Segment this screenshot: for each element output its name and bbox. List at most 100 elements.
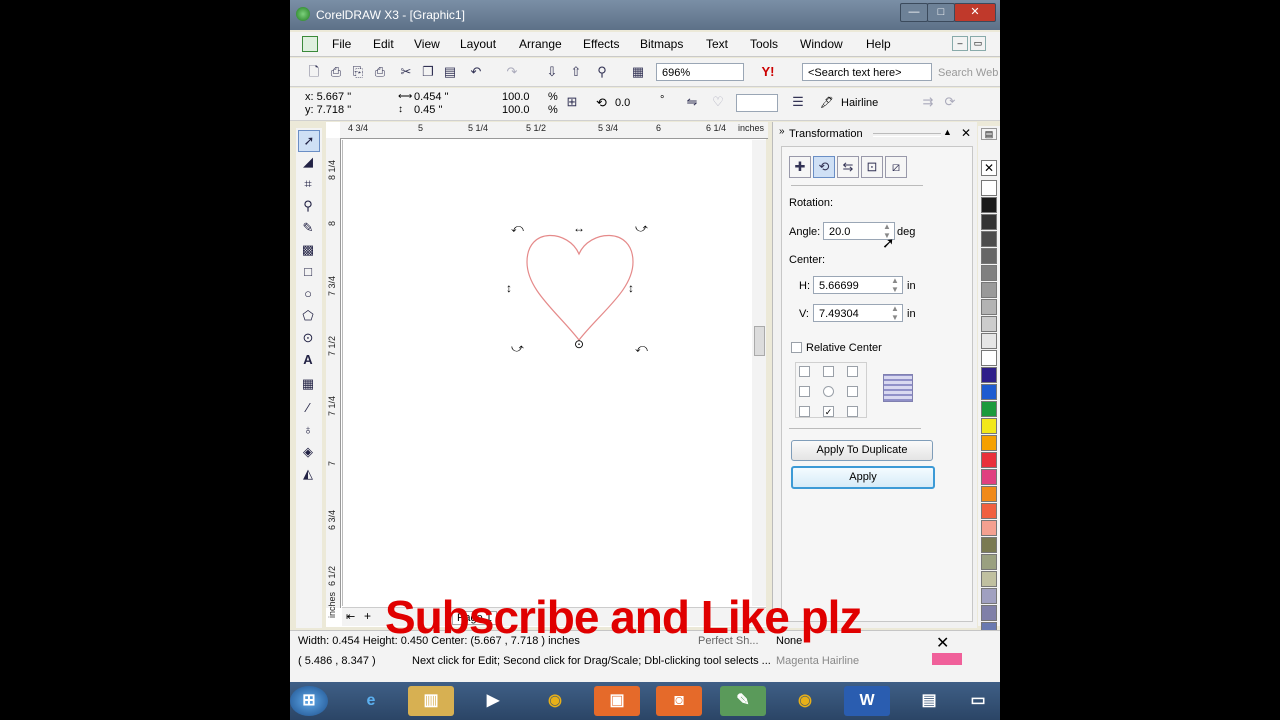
- anchor-top-left[interactable]: [799, 366, 810, 377]
- line-style-dropdown[interactable]: [736, 94, 778, 112]
- color-swatch[interactable]: [981, 486, 997, 502]
- rotate-handle-icon[interactable]: ⤻: [635, 222, 648, 234]
- menu-effects[interactable]: Effects: [583, 37, 619, 51]
- menu-window[interactable]: Window: [800, 37, 843, 51]
- color-swatch[interactable]: [981, 282, 997, 298]
- menu-edit[interactable]: Edit: [373, 37, 394, 51]
- h-spinner-icon[interactable]: ▲ ▼: [889, 276, 901, 294]
- import-icon[interactable]: ⇩: [544, 64, 560, 80]
- paste-icon[interactable]: ▤: [442, 64, 458, 80]
- menu-arrange[interactable]: Arrange: [519, 37, 562, 51]
- pick-tool-icon[interactable]: ➚: [298, 130, 320, 152]
- polygon-tool-icon[interactable]: ⬠: [298, 306, 318, 326]
- ellipse-tool-icon[interactable]: ○: [298, 284, 318, 304]
- color-swatch[interactable]: [981, 180, 997, 196]
- heart-shape[interactable]: [343, 140, 753, 606]
- color-swatch[interactable]: [981, 452, 997, 468]
- color-swatch[interactable]: [981, 418, 997, 434]
- anchor-bottom-center[interactable]: ✓: [823, 406, 834, 417]
- file-explorer-icon[interactable]: ▥: [408, 686, 454, 716]
- coreldraw-taskbar-icon[interactable]: ✎: [720, 686, 766, 716]
- width-field[interactable]: 0.454 ": [414, 91, 449, 103]
- color-swatch[interactable]: [981, 435, 997, 451]
- text-tool-icon[interactable]: A: [298, 350, 318, 370]
- color-swatch[interactable]: [981, 503, 997, 519]
- outline-tool-icon[interactable]: ♁: [298, 420, 318, 440]
- color-swatch[interactable]: [981, 588, 997, 604]
- eyedropper-tool-icon[interactable]: ⁄: [298, 398, 318, 418]
- document-taskbar-icon[interactable]: ▤: [906, 686, 952, 716]
- anchor-center[interactable]: [823, 386, 834, 397]
- open-icon[interactable]: ⎙: [328, 64, 344, 80]
- relative-center-checkbox[interactable]: [791, 342, 802, 353]
- lock-ratio-icon[interactable]: ⊞: [564, 94, 580, 110]
- no-color-swatch-icon[interactable]: ✕: [981, 160, 997, 176]
- cut-icon[interactable]: ✂: [398, 64, 414, 80]
- media-player-icon[interactable]: ▶: [470, 686, 516, 716]
- anchor-middle-right[interactable]: [847, 386, 858, 397]
- y-position-field[interactable]: y: 7.718 ": [300, 104, 388, 117]
- notification-area-icon[interactable]: ▭: [960, 686, 996, 716]
- scale-x-field[interactable]: 100.0: [502, 91, 530, 103]
- color-swatch[interactable]: [981, 350, 997, 366]
- anchor-middle-left[interactable]: [799, 386, 810, 397]
- anchor-top-center[interactable]: [823, 366, 834, 377]
- menu-view[interactable]: View: [414, 37, 440, 51]
- apply-to-duplicate-button[interactable]: Apply To Duplicate: [791, 440, 933, 461]
- export-icon[interactable]: ⇧: [568, 64, 584, 80]
- menu-layout[interactable]: Layout: [460, 37, 496, 51]
- color-swatch[interactable]: [981, 520, 997, 536]
- curve-icon[interactable]: ⟳: [942, 94, 958, 110]
- color-swatch[interactable]: [981, 299, 997, 315]
- skew-handle-icon[interactable]: ↔: [573, 222, 585, 234]
- rotate-tab-icon[interactable]: ⟲: [813, 156, 835, 178]
- redo-icon[interactable]: ↷: [504, 64, 520, 80]
- doc-restore-icon[interactable]: ▭: [970, 36, 986, 51]
- heart-shape-icon[interactable]: ♡: [710, 94, 726, 110]
- launcher-icon[interactable]: ⚲: [594, 64, 610, 80]
- new-icon[interactable]: 🗋: [306, 64, 322, 80]
- collapse-icon[interactable]: ▲: [943, 127, 952, 137]
- shape-tool-icon[interactable]: ◢: [298, 152, 318, 172]
- welcome-icon[interactable]: ▦: [630, 64, 646, 80]
- minimize-button[interactable]: —: [900, 3, 928, 22]
- menu-help[interactable]: Help: [866, 37, 891, 51]
- undo-icon[interactable]: ↶: [468, 64, 484, 80]
- close-button[interactable]: ✕: [954, 3, 996, 22]
- camera-app-icon[interactable]: ▣: [594, 686, 640, 716]
- color-swatch[interactable]: [981, 231, 997, 247]
- yahoo-icon[interactable]: Y!: [760, 64, 776, 80]
- color-swatch[interactable]: [981, 367, 997, 383]
- menu-text[interactable]: Text: [706, 37, 728, 51]
- screenshot-app-icon[interactable]: ◙: [656, 686, 702, 716]
- outline-width-dropdown[interactable]: Hairline: [836, 94, 910, 112]
- rotate-handle-icon[interactable]: ⤻: [511, 342, 524, 354]
- print-icon[interactable]: ⎙: [372, 64, 388, 80]
- skew-handle-icon[interactable]: ↕: [625, 282, 637, 294]
- skew-handle-icon[interactable]: ↕: [503, 282, 515, 294]
- color-swatch[interactable]: [981, 605, 997, 621]
- zoom-tool-icon[interactable]: ⚲: [298, 196, 318, 216]
- color-swatch[interactable]: [981, 248, 997, 264]
- v-spinner-icon[interactable]: ▲ ▼: [889, 304, 901, 322]
- zoom-dropdown[interactable]: 696%: [656, 63, 744, 81]
- color-swatch[interactable]: [981, 333, 997, 349]
- rotation-center-icon[interactable]: ⊙: [573, 338, 585, 350]
- add-page-icon[interactable]: +: [364, 609, 371, 623]
- rotate-handle-icon[interactable]: ⤺: [635, 342, 648, 354]
- chrome-taskbar-icon[interactable]: ◉: [782, 686, 828, 716]
- color-swatch[interactable]: [981, 384, 997, 400]
- interactive-fill-icon[interactable]: ◭: [298, 464, 318, 484]
- color-swatch[interactable]: [981, 537, 997, 553]
- doc-minimize-icon[interactable]: –: [952, 36, 968, 51]
- basic-shapes-icon[interactable]: ⊙: [298, 328, 318, 348]
- scale-mirror-tab-icon[interactable]: ⇆: [837, 156, 859, 178]
- word-icon[interactable]: W: [844, 686, 890, 716]
- color-swatch[interactable]: [981, 265, 997, 281]
- color-swatch[interactable]: [981, 214, 997, 230]
- vertical-scroll-thumb[interactable]: [754, 326, 765, 356]
- menu-tools[interactable]: Tools: [750, 37, 778, 51]
- size-tab-icon[interactable]: ⊡: [861, 156, 883, 178]
- search-text-input[interactable]: <Search text here>: [802, 63, 932, 81]
- color-swatch[interactable]: [981, 571, 997, 587]
